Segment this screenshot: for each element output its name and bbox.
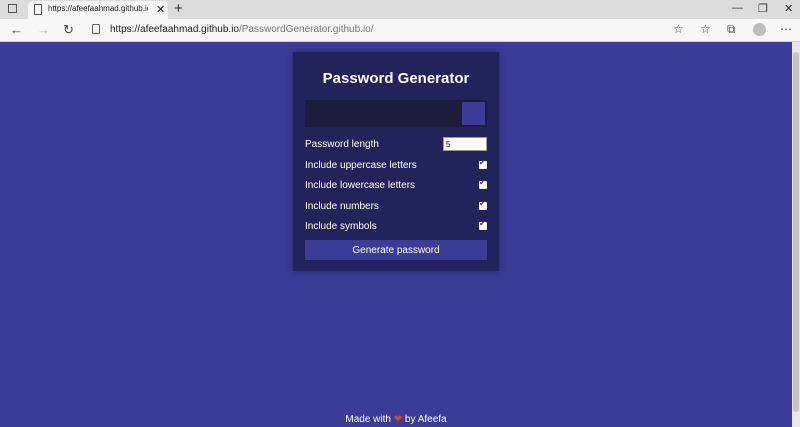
numbers-checkbox[interactable]: ✔ [479, 199, 487, 210]
setting-label: Password length [305, 139, 379, 150]
tab-title: https://afeefaahmad.github.io/Pa [48, 4, 148, 13]
url-path: /PasswordGenerator.github.io/ [238, 24, 374, 35]
check-icon: ✔ [479, 199, 486, 208]
profile-avatar[interactable] [753, 23, 766, 36]
refresh-icon[interactable]: ↻ [63, 22, 74, 38]
url-host: https://afeefaahmad.github.io [110, 24, 239, 35]
favorite-add-icon[interactable]: ☆ [673, 22, 684, 36]
close-window-icon[interactable]: ✕ [784, 2, 793, 15]
scroll-thumb[interactable] [793, 52, 799, 412]
page-info-icon[interactable] [92, 24, 100, 34]
check-icon: ✔ [479, 178, 486, 187]
length-input[interactable] [443, 137, 487, 151]
password-result [305, 100, 487, 127]
heart-icon: ❤ [393, 414, 403, 425]
restore-icon[interactable]: ❐ [758, 2, 768, 15]
setting-label: Include uppercase letters [305, 160, 417, 171]
scrollbar[interactable] [792, 42, 800, 427]
setting-symbols: Include symbols ✔ [305, 219, 487, 235]
copy-clipboard-button[interactable] [462, 102, 485, 125]
setting-numbers: Include numbers ✔ [305, 199, 487, 215]
setting-label: Include lowercase letters [305, 180, 416, 191]
page-icon [34, 4, 42, 15]
password-generator-panel: Password Generator Password length Inclu… [293, 52, 499, 271]
address-bar-row: ← → ↻ https://afeefaahmad.github.io/Pass… [0, 19, 800, 42]
forward-icon[interactable]: → [37, 22, 50, 37]
address-bar[interactable]: https://afeefaahmad.github.io/PasswordGe… [84, 21, 664, 39]
setting-length: Password length [305, 137, 487, 153]
setting-uppercase: Include uppercase letters ✔ [305, 158, 487, 174]
footer-prefix: Made with [345, 414, 394, 425]
footer: Made with ❤ by Afeefa [0, 414, 792, 425]
generate-password-button[interactable]: Generate password [305, 240, 487, 260]
lowercase-checkbox[interactable]: ✔ [479, 178, 487, 189]
back-icon[interactable]: ← [10, 22, 23, 37]
browser-tab[interactable]: https://afeefaahmad.github.io/Pa ✕ [28, 1, 168, 19]
url-text[interactable]: https://afeefaahmad.github.io/PasswordGe… [110, 24, 374, 35]
collections-icon[interactable]: ⧉ [727, 22, 736, 37]
footer-suffix: by Afeefa [402, 414, 447, 425]
setting-lowercase: Include lowercase letters ✔ [305, 178, 487, 194]
setting-label: Include symbols [305, 221, 377, 232]
favorites-icon[interactable]: ☆ [700, 22, 711, 36]
setting-label: Include numbers [305, 201, 379, 212]
symbols-checkbox[interactable]: ✔ [479, 219, 487, 230]
minimize-icon[interactable]: — [732, 2, 743, 14]
page-title: Password Generator [322, 70, 470, 87]
close-tab-icon[interactable]: ✕ [156, 3, 165, 16]
new-tab-icon[interactable]: + [174, 0, 183, 17]
uppercase-checkbox[interactable]: ✔ [479, 158, 487, 169]
more-options-icon[interactable]: ⋯ [780, 22, 792, 36]
check-icon: ✔ [479, 158, 486, 167]
check-icon: ✔ [479, 219, 486, 228]
tab-actions-icon[interactable] [8, 4, 17, 13]
browser-tab-bar: https://afeefaahmad.github.io/Pa ✕ + — ❐… [0, 0, 800, 19]
